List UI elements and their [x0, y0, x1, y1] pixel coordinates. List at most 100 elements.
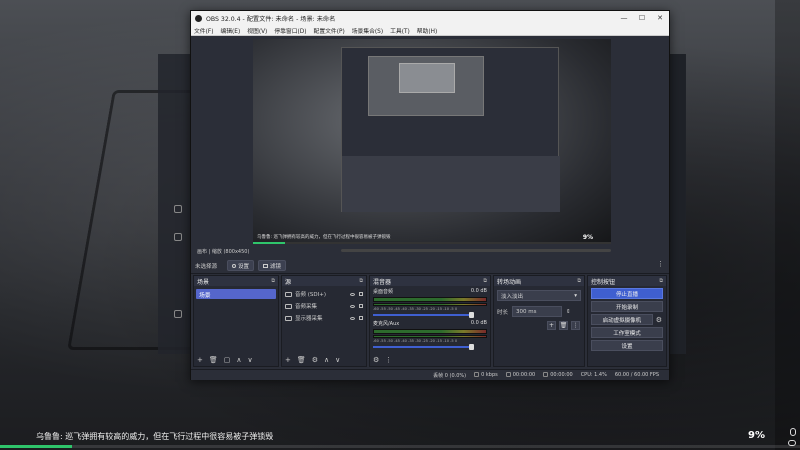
move-up-button[interactable]: ∧	[324, 356, 329, 364]
audio-meter	[373, 297, 487, 302]
side-controller-icon	[174, 233, 182, 241]
title-bar[interactable]: OBS 32.0.4 - 配置文件: 未命名 - 场景: 未命名 — ☐ ✕	[191, 11, 669, 25]
stream-icon	[505, 372, 511, 377]
dock-undock-icon[interactable]: ⧉	[483, 278, 487, 284]
dock-undock-icon[interactable]: ⧉	[659, 278, 663, 284]
mixer-header: 混音器 ⧉	[370, 276, 490, 286]
dock-undock-icon[interactable]: ⧉	[359, 278, 363, 284]
source-settings-label: 设置	[238, 263, 250, 270]
sources-header: 源 ⧉	[282, 276, 366, 286]
audio-meter	[373, 303, 487, 306]
move-down-button[interactable]: ∨	[248, 356, 253, 364]
audio-meter	[373, 335, 487, 338]
start-virtual-cam-button[interactable]: 启动虚拟摄像机	[591, 314, 653, 325]
menu-edit[interactable]: 编辑(E)	[220, 26, 240, 35]
studio-mode-button[interactable]: 工作室模式	[591, 327, 663, 338]
game-progress-percent: 9%	[748, 430, 765, 441]
menu-scene-collection[interactable]: 场景集合(S)	[352, 26, 383, 35]
preview-canvas[interactable]: 乌鲁鲁: 巡飞弹拥有较高的威力，但在飞行过程中很容易被子弹锁毁 9%	[253, 39, 611, 244]
preview-progress-bar	[253, 242, 611, 244]
transition-buttons: + 🗑 ⋮	[494, 321, 580, 330]
source-name: 显示器采集	[295, 316, 323, 322]
source-row[interactable]: 显示器采集	[282, 312, 366, 324]
visibility-eye-icon[interactable]	[350, 304, 355, 308]
add-transition-button[interactable]: +	[547, 321, 556, 330]
move-up-button[interactable]: ∧	[236, 356, 241, 364]
stop-stream-button[interactable]: 停止直播	[591, 288, 663, 299]
channel-db: 0.0 dB	[470, 288, 487, 294]
source-properties-button[interactable]: ⚙	[312, 356, 318, 364]
visibility-eye-icon[interactable]	[350, 316, 355, 320]
nested-docks	[342, 156, 560, 212]
transition-menu-button[interactable]: ⋮	[571, 321, 580, 330]
remove-transition-button[interactable]: 🗑	[559, 321, 568, 330]
menu-help[interactable]: 帮助(H)	[417, 26, 437, 35]
background-right-edge	[775, 0, 800, 450]
transition-select[interactable]: 淡入淡出 ▾	[497, 290, 581, 301]
menu-bar: 文件(F) 编辑(E) 视图(V) 停靠窗口(D) 配置文件(P) 场景集合(S…	[191, 25, 669, 36]
game-progress-bar	[0, 445, 800, 448]
mixer-menu-button[interactable]: ⋮	[385, 356, 392, 364]
source-row[interactable]: 音频采集	[282, 300, 366, 312]
visibility-eye-icon[interactable]	[350, 292, 355, 296]
controls-title: 控制按钮	[591, 278, 616, 286]
nested-preview-inner	[399, 63, 455, 93]
lock-icon[interactable]	[359, 316, 363, 320]
spin-icon[interactable]: ⇕	[566, 309, 571, 315]
volume-slider[interactable]	[373, 344, 475, 350]
maximize-button[interactable]: ☐	[633, 14, 651, 22]
remove-source-button[interactable]: 🗑	[297, 356, 306, 364]
close-button[interactable]: ✕	[651, 14, 669, 22]
dock-undock-icon[interactable]: ⧉	[577, 278, 581, 284]
sources-footer: + 🗑 ⚙ ∧ ∨	[282, 354, 366, 366]
source-filters-label: 滤镜	[270, 263, 282, 270]
preview-status-line: 画布 | 缩放 (800x450)	[191, 246, 669, 256]
start-record-button[interactable]: 开始录制	[591, 301, 663, 312]
source-row[interactable]: 音频 (SDI+)	[282, 288, 366, 300]
preview-area: 乌鲁鲁: 巡飞弹拥有较高的威力，但在飞行过程中很容易被子弹锁毁 9% 画布 | …	[191, 36, 669, 258]
preview-percent: 9%	[582, 234, 593, 241]
minimize-button[interactable]: —	[615, 14, 633, 22]
audio-output-icon	[285, 291, 292, 297]
audio-meter	[373, 329, 487, 334]
source-settings-button[interactable]: 设置	[227, 260, 255, 271]
menu-view[interactable]: 视图(V)	[247, 26, 267, 35]
source-filters-button[interactable]: 滤镜	[258, 260, 287, 271]
settings-button[interactable]: 设置	[591, 340, 663, 351]
network-icon	[474, 372, 480, 377]
source-name: 音频采集	[295, 304, 318, 310]
duration-label: 时长	[497, 309, 509, 316]
add-source-button[interactable]: +	[285, 356, 291, 364]
scenes-header: 场景 ⧉	[194, 276, 278, 286]
record-time: 00:00:00	[543, 372, 573, 378]
add-scene-button[interactable]: +	[197, 356, 203, 364]
duration-input[interactable]: 300 ms	[512, 306, 563, 317]
obs-logo-icon	[195, 14, 202, 22]
virtual-cam-row: 启动虚拟摄像机 ⚙	[588, 312, 666, 325]
gear-icon[interactable]: ⚙	[656, 316, 662, 324]
volume-slider[interactable]	[373, 312, 475, 318]
obs-window: OBS 32.0.4 - 配置文件: 未命名 - 场景: 未命名 — ☐ ✕ 文…	[190, 10, 670, 380]
channel-name: 麦克风/Aux	[373, 321, 400, 327]
controls-header: 控制按钮 ⧉	[588, 276, 666, 286]
background-right-panel	[668, 54, 686, 354]
dock-undock-icon[interactable]: ⧉	[271, 278, 275, 284]
advanced-audio-button[interactable]: ⚙	[373, 356, 379, 364]
side-shield-icon	[174, 205, 182, 213]
menu-file[interactable]: 文件(F)	[194, 26, 213, 35]
menu-docks[interactable]: 停靠窗口(D)	[274, 26, 306, 35]
preview-scrollbar[interactable]	[341, 249, 611, 252]
stream-time-value: 00:00:00	[512, 372, 536, 378]
no-source-label: 未选择源	[195, 263, 218, 270]
remove-scene-button[interactable]: 🗑	[209, 356, 218, 364]
lock-icon[interactable]	[359, 292, 363, 296]
menu-profile[interactable]: 配置文件(P)	[314, 26, 345, 35]
scene-item[interactable]: 场景	[196, 289, 276, 299]
menu-tools[interactable]: 工具(T)	[390, 26, 410, 35]
meter-scale: -60 -55 -50 -45 -40 -35 -30 -25 -20 -15 …	[373, 307, 458, 311]
more-icon[interactable]: ⋮	[657, 260, 664, 268]
lock-icon[interactable]	[359, 304, 363, 308]
source-toolbar: 未选择源 设置 滤镜 ⋮	[191, 258, 669, 274]
move-down-button[interactable]: ∨	[335, 356, 340, 364]
scene-filters-button[interactable]: ▢	[224, 356, 231, 364]
